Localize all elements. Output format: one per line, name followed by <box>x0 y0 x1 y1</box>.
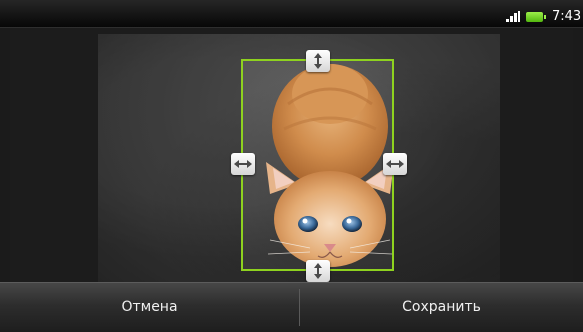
battery-icon <box>526 12 546 22</box>
resize-horizontal-icon <box>234 160 252 168</box>
dim-overlay-left <box>98 34 241 282</box>
resize-vertical-icon <box>314 53 322 69</box>
cancel-button[interactable]: Отмена <box>0 283 299 332</box>
resize-horizontal-icon <box>386 160 404 168</box>
status-clock: 7:43 <box>552 9 582 24</box>
resize-vertical-icon <box>314 263 322 279</box>
crop-handle-right[interactable] <box>383 153 407 175</box>
crop-handle-left[interactable] <box>231 153 255 175</box>
save-button[interactable]: Сохранить <box>300 283 583 332</box>
dim-overlay-right <box>394 34 500 282</box>
crop-handle-top[interactable] <box>306 50 330 72</box>
status-bar: 7:43 <box>0 0 583 28</box>
signal-bars-icon <box>506 11 520 22</box>
crop-frame[interactable] <box>241 59 394 271</box>
action-bar: Отмена Сохранить <box>0 282 583 332</box>
crop-handle-bottom[interactable] <box>306 260 330 282</box>
